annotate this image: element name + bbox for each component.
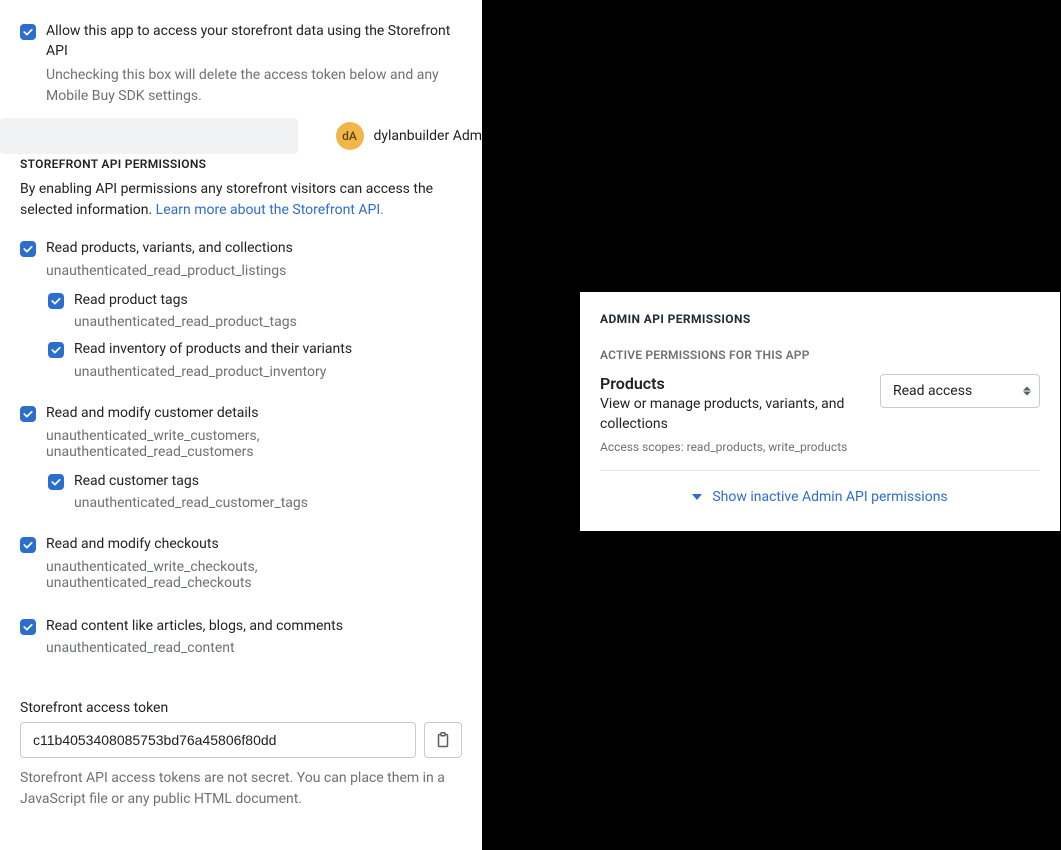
avatar[interactable]: dA xyxy=(336,122,364,150)
perm-child-scope: unauthenticated_read_customer_tags xyxy=(74,495,462,511)
token-help: Storefront API access tokens are not sec… xyxy=(0,758,482,810)
check-icon xyxy=(22,539,34,551)
perm-child-label: Read inventory of products and their var… xyxy=(74,340,462,360)
allow-storefront-checkbox[interactable] xyxy=(20,24,36,40)
clipboard-icon xyxy=(436,732,450,748)
check-icon xyxy=(22,26,34,38)
allow-storefront-label: Allow this app to access your storefront… xyxy=(46,22,462,61)
admin-perm-scopes: Access scopes: read_products, write_prod… xyxy=(600,440,864,454)
admin-perm-desc: View or manage products, variants, and c… xyxy=(600,395,864,434)
check-icon xyxy=(50,295,62,307)
perm-label: Read products, variants, and collections xyxy=(46,239,462,259)
search-placeholder-area xyxy=(0,118,298,154)
perm-child-scope: unauthenticated_read_product_tags xyxy=(74,314,462,330)
admin-perm-title: Products xyxy=(600,374,864,393)
check-icon xyxy=(22,243,34,255)
permission-checkbox[interactable] xyxy=(48,474,64,490)
permission-checkbox[interactable] xyxy=(48,342,64,358)
storefront-permissions-desc: By enabling API permissions any storefro… xyxy=(0,171,482,221)
permission-checkbox[interactable] xyxy=(20,241,36,257)
admin-permissions-heading: ADMIN API PERMISSIONS xyxy=(600,312,1040,326)
token-label: Storefront access token xyxy=(0,682,482,722)
token-input[interactable] xyxy=(20,722,416,758)
select-caret-icon xyxy=(1023,387,1031,396)
perm-scope: unauthenticated_read_content xyxy=(46,640,462,656)
admin-permission-row: Products View or manage products, varian… xyxy=(600,374,1040,471)
allow-storefront-desc: Unchecking this box will delete the acce… xyxy=(46,65,462,107)
perm-label: Read content like articles, blogs, and c… xyxy=(46,617,462,637)
permission-checkbox[interactable] xyxy=(20,406,36,422)
storefront-permissions-heading: STOREFRONT API PERMISSIONS xyxy=(0,157,482,171)
admin-active-subheading: ACTIVE PERMISSIONS FOR THIS APP xyxy=(600,348,1040,362)
permission-checkbox[interactable] xyxy=(48,293,64,309)
user-bar: dA dylanbuilder Adm xyxy=(0,117,482,154)
permission-checkbox[interactable] xyxy=(20,619,36,635)
perm-child-scope: unauthenticated_read_product_inventory xyxy=(74,364,462,380)
admin-access-select[interactable]: Read access xyxy=(880,374,1040,408)
username: dylanbuilder Adm xyxy=(374,128,483,144)
perm-scope: unauthenticated_read_product_listings xyxy=(46,263,462,279)
learn-more-link[interactable]: Learn more about the Storefront API. xyxy=(156,202,384,218)
check-icon xyxy=(22,621,34,633)
show-inactive-link[interactable]: Show inactive Admin API permissions xyxy=(600,471,1040,511)
perm-label: Read and modify checkouts xyxy=(46,535,462,555)
perm-scope: unauthenticated_write_checkouts, unauthe… xyxy=(46,559,462,591)
check-icon xyxy=(50,344,62,356)
perm-label: Read and modify customer details xyxy=(46,404,462,424)
caret-down-icon xyxy=(692,494,702,500)
perm-scope: unauthenticated_write_customers, unauthe… xyxy=(46,428,462,460)
check-icon xyxy=(22,408,34,420)
perm-child-label: Read customer tags xyxy=(74,472,462,492)
perm-child-label: Read product tags xyxy=(74,291,462,311)
permission-checkbox[interactable] xyxy=(20,537,36,553)
check-icon xyxy=(50,476,62,488)
copy-button[interactable] xyxy=(424,722,462,758)
